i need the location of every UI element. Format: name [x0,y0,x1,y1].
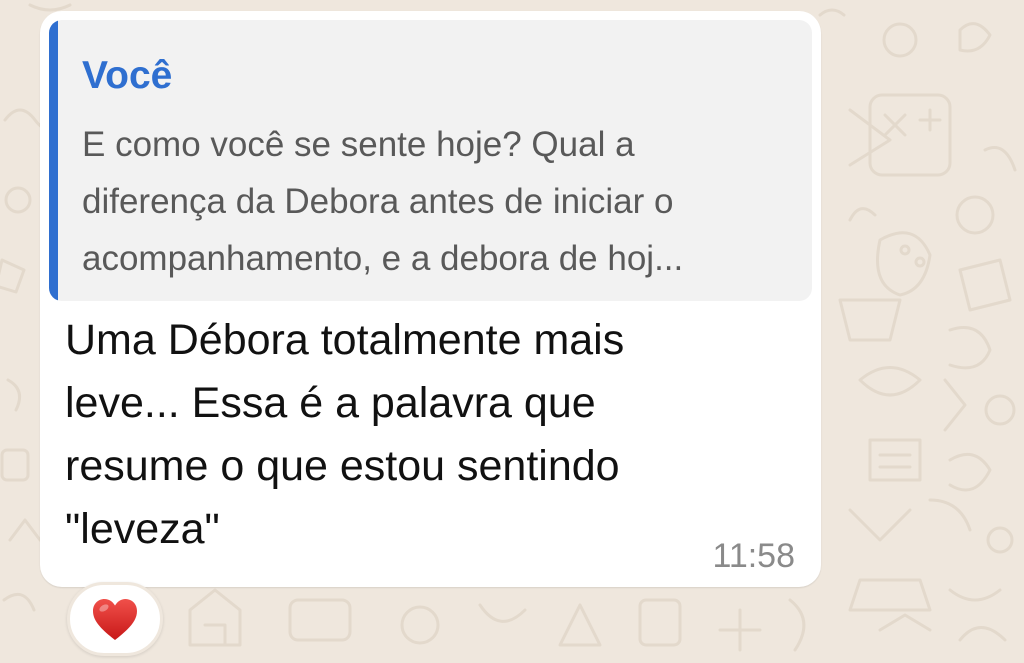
quoted-message[interactable]: Você E como você se sente hoje? Qual a d… [49,20,812,301]
quote-accent-bar [49,20,58,301]
reaction-badge[interactable] [67,582,163,656]
message-timestamp: 11:58 [712,537,795,575]
message-bubble[interactable]: Você E como você se sente hoje? Qual a d… [40,11,821,587]
heart-icon [93,599,137,640]
message-text: Uma Débora totalmente mais leve... Essa … [65,316,625,553]
quoted-text: E como você se sente hoje? Qual a difere… [82,125,684,278]
quoted-author: Você [82,54,173,97]
